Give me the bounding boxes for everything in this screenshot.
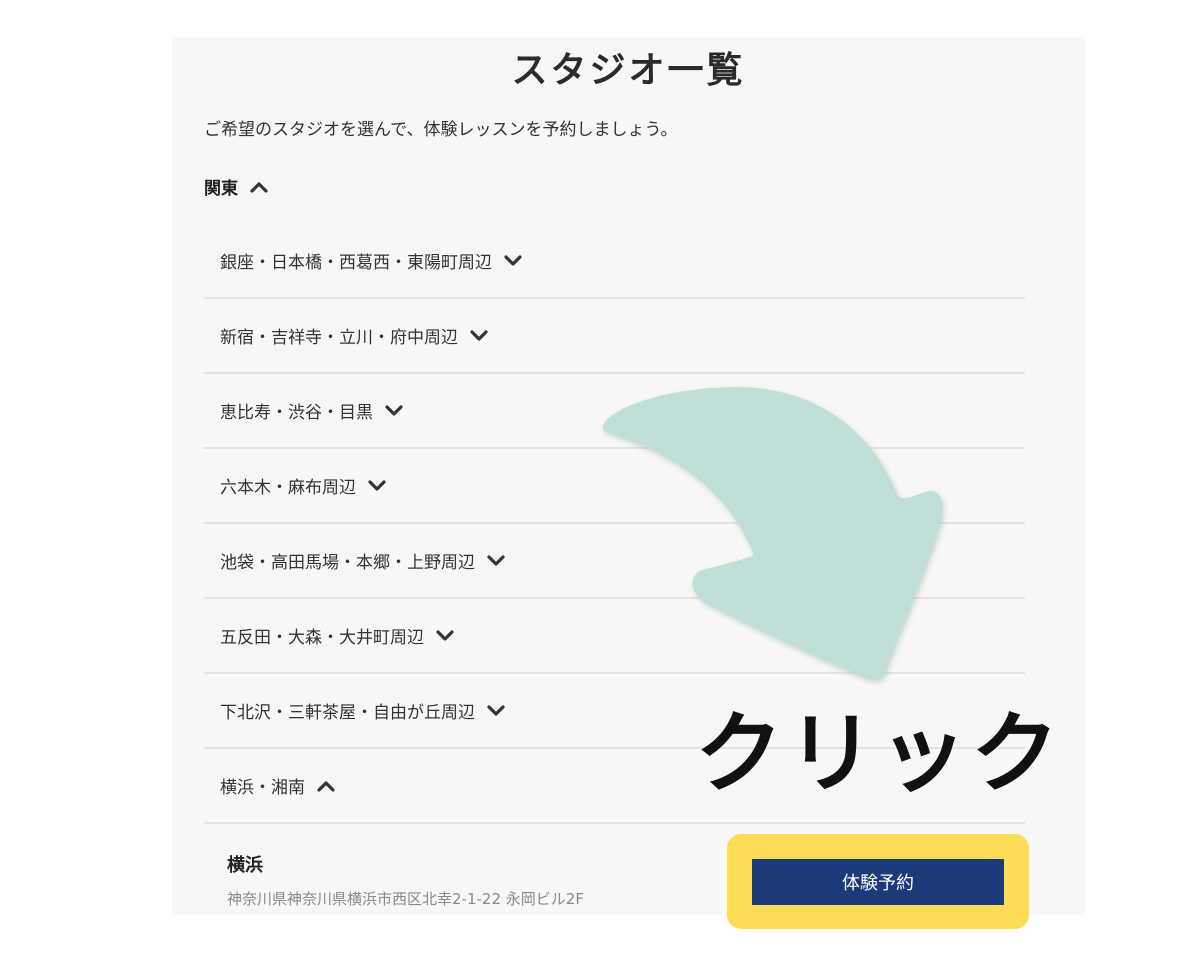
chevron-down-icon xyxy=(487,554,505,566)
chevron-down-icon xyxy=(368,479,386,491)
region-label: 関東 xyxy=(204,179,238,199)
chevron-down-icon xyxy=(436,629,454,641)
studio-name: 横浜 xyxy=(227,855,263,876)
intro-text: ご希望のスタジオを選んで、体験レッスンを予約しましょう。 xyxy=(204,120,678,140)
area-label: 六本木・麻布周辺 xyxy=(220,478,356,498)
chevron-down-icon xyxy=(385,404,403,416)
chevron-down-icon xyxy=(487,704,505,716)
area-label: 池袋・高田馬場・本郷・上野周辺 xyxy=(220,553,475,573)
area-label: 横浜・湘南 xyxy=(220,778,305,798)
trial-booking-button[interactable]: 体験予約 xyxy=(752,859,1004,905)
area-item-shinjuku[interactable]: 新宿・吉祥寺・立川・府中周辺 xyxy=(204,299,1025,374)
region-toggle-kanto[interactable]: 関東 xyxy=(204,174,268,199)
chevron-up-icon xyxy=(317,780,335,792)
area-item-ginza[interactable]: 銀座・日本橋・西葛西・東陽町周辺 xyxy=(204,224,1025,299)
area-label: 五反田・大森・大井町周辺 xyxy=(220,628,424,648)
page-title: スタジオ一覧 xyxy=(511,50,746,91)
click-annotation: クリック xyxy=(695,702,1064,805)
studio-address: 神奈川県神奈川県横浜市西区北幸2-1-22 永岡ビル2F xyxy=(227,890,584,908)
area-label: 銀座・日本橋・西葛西・東陽町周辺 xyxy=(220,253,492,273)
chevron-down-icon xyxy=(504,254,522,266)
chevron-up-icon xyxy=(250,181,268,193)
chevron-down-icon xyxy=(470,329,488,341)
area-label: 恵比寿・渋谷・目黒 xyxy=(220,403,373,423)
area-label: 新宿・吉祥寺・立川・府中周辺 xyxy=(220,328,458,348)
curved-arrow-icon xyxy=(602,387,943,680)
area-label: 下北沢・三軒茶屋・自由が丘周辺 xyxy=(220,703,475,723)
